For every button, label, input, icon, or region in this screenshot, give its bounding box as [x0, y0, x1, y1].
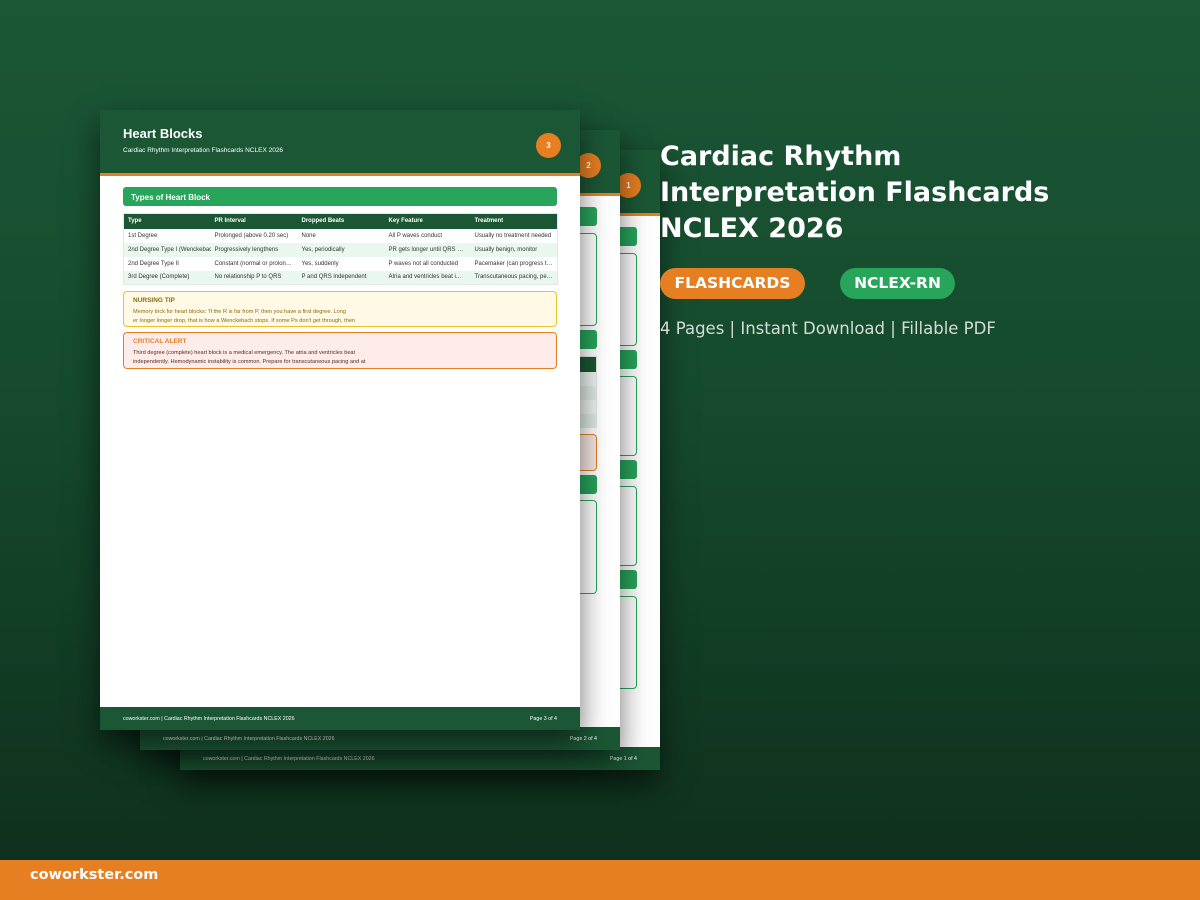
- table-header-cell: PR Interval: [210, 213, 298, 229]
- table-cell: All P waves conduct: [388, 232, 443, 239]
- table-header-cell: Type: [123, 213, 211, 229]
- table-cell: P waves not all conducted: [388, 260, 459, 267]
- table-header-cell: Dropped Beats: [297, 213, 385, 229]
- table-row: 3rd Degree (Complete) No relationship P …: [123, 270, 558, 285]
- page-3-subtitle: Cardiac Rhythm Interpretation Flashcards…: [123, 147, 284, 154]
- critical-alert-text: Third degree (complete) heart block is a…: [133, 349, 547, 367]
- critical-alert-title: CRITICAL ALERT: [133, 338, 187, 345]
- product-details: 4 Pages | Instant Download | Fillable PD…: [660, 319, 996, 338]
- table-cell: Constant (normal or prolong...: [214, 260, 295, 267]
- page-1-footer-text: coworkster.com | Cardiac Rhythm Interpre…: [203, 756, 375, 762]
- table-cell: P and QRS independent: [297, 270, 385, 285]
- critical-alert-line: independently. Hemodynamic instability i…: [133, 358, 366, 365]
- product-title-line: Cardiac Rhythm: [660, 141, 902, 172]
- nursing-tip-title: NURSING TIP: [133, 297, 175, 304]
- page-1-footer: coworkster.com | Cardiac Rhythm Interpre…: [180, 747, 660, 770]
- nursing-tip-text: Memory trick for heart blocks: 'If the R…: [133, 308, 547, 326]
- nursing-tip-line: er longer longer drop, that is how a Wen…: [133, 317, 356, 324]
- table-header-cell: Key Feature: [384, 213, 471, 229]
- table-row: 2nd Degree Type I (Wenckebach) Progressi…: [123, 242, 558, 257]
- page-3-footer-page: Page 3 of 4: [529, 716, 557, 722]
- table-cell: PR gets longer until QRS dr...: [384, 242, 471, 257]
- table-cell: None: [301, 232, 316, 239]
- table-cell: Pacemaker (can progress to ...: [474, 260, 557, 267]
- table-cell: 1st Degree: [128, 232, 158, 239]
- table-cell: 2nd Degree Type I (Wenckebach): [123, 242, 211, 257]
- product-title-line: Interpretation Flashcards: [660, 177, 1050, 208]
- table-cell: Atria and ventricles beat i...: [384, 270, 471, 285]
- table-cell: Usually benign, monitor: [470, 242, 558, 257]
- product-title-line: NCLEX 2026: [660, 213, 844, 244]
- table-cell: No relationship P to QRS: [210, 270, 298, 285]
- table-cell: Progressively lengthens: [210, 242, 298, 257]
- brand-link[interactable]: coworkster.com: [30, 867, 158, 883]
- bottom-brand-bar: [0, 860, 1200, 900]
- table-row: 2nd Degree Type II Constant (normal or p…: [124, 257, 558, 271]
- page-2-footer: coworkster.com | Cardiac Rhythm Interpre…: [140, 727, 620, 750]
- table-cell: Usually no treatment needed: [474, 232, 552, 239]
- page-2-footer-page: Page 2 of 4: [569, 736, 597, 742]
- page-3-footer-text: coworkster.com | Cardiac Rhythm Interpre…: [123, 716, 295, 722]
- table-cell: Transcutaneous pacing, perm...: [470, 270, 558, 285]
- table-row: 1st Degree Prolonged (above 0.20 sec) No…: [124, 229, 558, 243]
- nursing-tip-box: NURSING TIP Memory trick for heart block…: [123, 291, 557, 327]
- nclex-rn-badge: NCLEX-RN: [840, 268, 955, 299]
- table-header-cell: Treatment: [470, 213, 558, 229]
- table-header-row: Type PR Interval Dropped Beats Key Featu…: [123, 213, 558, 229]
- critical-alert-box: CRITICAL ALERT Third degree (complete) h…: [123, 332, 557, 369]
- table-cell: Prolonged (above 0.20 sec): [214, 232, 289, 239]
- flashcards-badge: FLASHCARDS: [660, 268, 805, 299]
- table-cell: Yes, suddenly: [301, 260, 339, 267]
- heart-block-table: Type PR Interval Dropped Beats Key Featu…: [123, 213, 558, 285]
- preview-page-3: Heart Blocks Cardiac Rhythm Interpretati…: [100, 110, 580, 730]
- page-3-number-badge: 3: [536, 133, 561, 158]
- table-cell: 2nd Degree Type II: [128, 260, 179, 267]
- table-cell: 3rd Degree (Complete): [123, 270, 211, 285]
- nursing-tip-line: Memory trick for heart blocks: 'If the R…: [133, 309, 346, 315]
- page-3-title: Heart Blocks: [123, 126, 203, 141]
- page-3-header: Heart Blocks Cardiac Rhythm Interpretati…: [100, 110, 580, 176]
- section-title-types-of-heart-block: Types of Heart Block: [123, 187, 557, 206]
- page-1-footer-page: Page 1 of 4: [609, 756, 637, 762]
- critical-alert-line: Third degree (complete) heart block is a…: [133, 350, 356, 356]
- page-3-footer: coworkster.com | Cardiac Rhythm Interpre…: [100, 707, 580, 730]
- page-2-footer-text: coworkster.com | Cardiac Rhythm Interpre…: [163, 736, 335, 742]
- table-cell: Yes, periodically: [297, 242, 385, 257]
- product-title: Cardiac Rhythm Interpretation Flashcards…: [660, 139, 1180, 247]
